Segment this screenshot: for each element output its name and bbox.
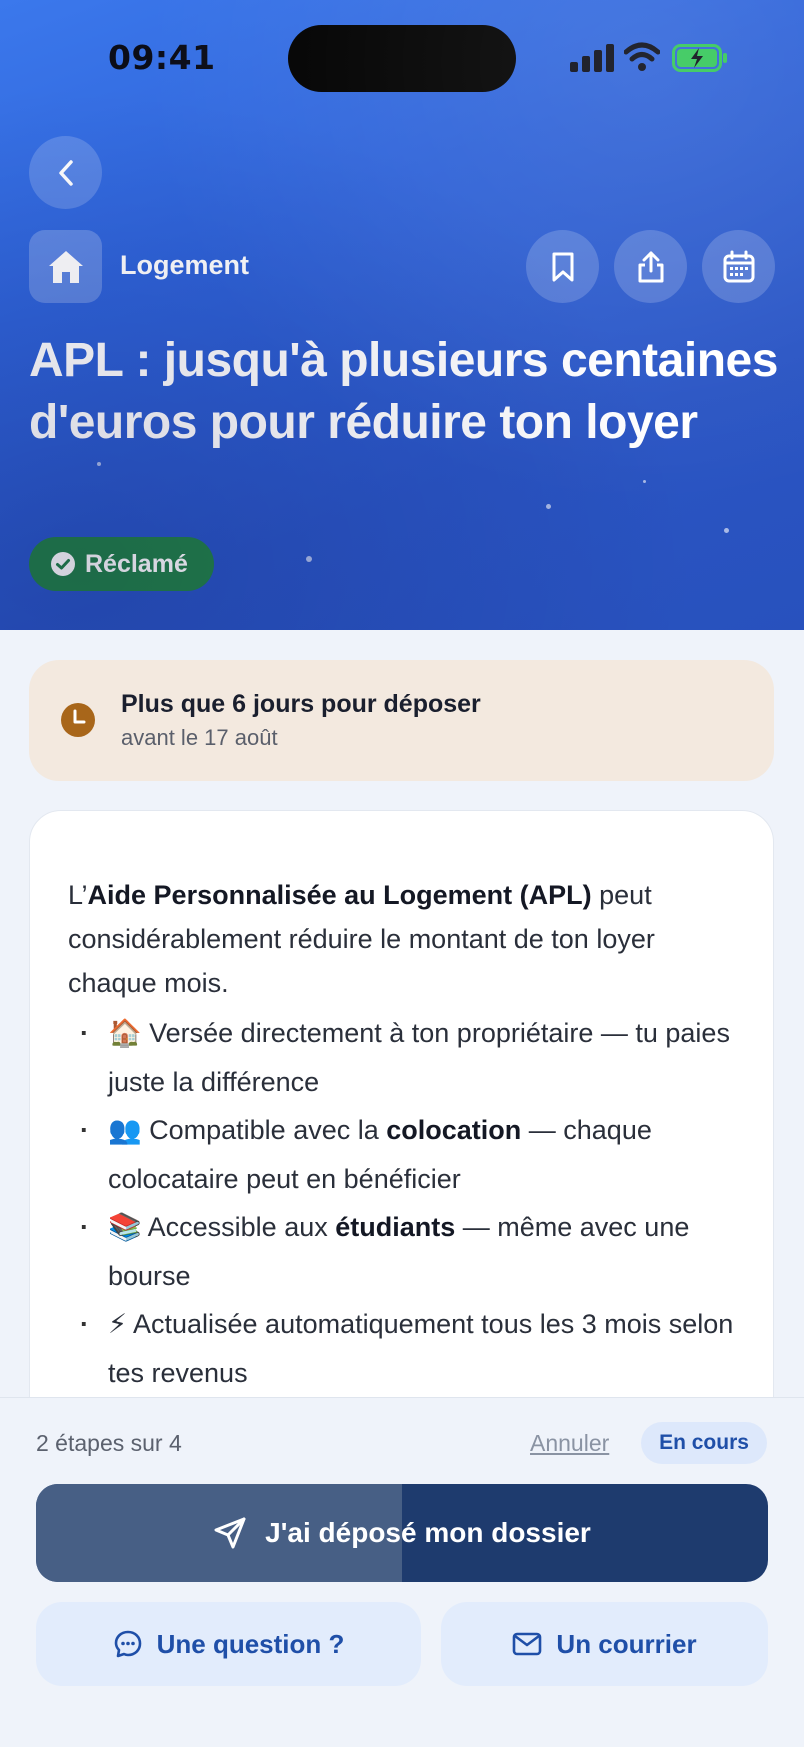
mail-icon (513, 1632, 542, 1656)
status-badge: Réclamé (29, 537, 214, 591)
dossier-submitted-button[interactable]: J'ai déposé mon dossier (36, 1484, 768, 1582)
status-bar: 09:41 (0, 0, 804, 120)
back-button[interactable] (29, 136, 102, 209)
lightning-emoji-icon: ⚡ (108, 1309, 127, 1340)
list-item-text: Accessible aux (141, 1212, 336, 1242)
decorative-dot (97, 462, 101, 466)
action-sheet: 2 étapes sur 4 Annuler En cours J'ai dép… (0, 1397, 804, 1747)
list-item: ⚡ Actualisée automatiquement tous les 3 … (68, 1300, 758, 1397)
page-title: APL : jusqu'à plusieurs centaines d'euro… (29, 334, 778, 449)
progress-status-pill: En cours (641, 1422, 767, 1464)
letter-label: Un courrier (556, 1628, 697, 1659)
bookmark-button[interactable] (526, 230, 599, 303)
list-item: 📚 Accessible aux étudiants — même avec u… (68, 1203, 758, 1300)
people-emoji-icon: 👥 (108, 1115, 142, 1146)
dynamic-island (288, 25, 516, 92)
send-icon (214, 1517, 246, 1549)
house-emoji-icon: 🏠 (108, 1018, 142, 1049)
steps-counter: 2 étapes sur 4 (36, 1430, 182, 1456)
description-card: L’Aide Personnalisée au Logement (APL) p… (29, 810, 774, 1430)
hero-header: 09:41 Logement APL: jusqu'à plusieurs c… (0, 0, 804, 630)
decorative-dot (643, 480, 646, 483)
deadline-title: Plus que 6 jours pour déposer (121, 690, 481, 718)
intro-text: L’Aide Personnalisée au Logement (APL) p… (68, 873, 748, 1005)
bookmark-icon (552, 252, 573, 281)
wifi-icon (624, 42, 660, 71)
calendar-button[interactable] (702, 230, 775, 303)
deadline-subtitle: avant le 17 août (121, 725, 278, 750)
primary-button-content: J'ai déposé mon dossier (213, 1516, 591, 1550)
battery-charging-icon (672, 44, 727, 72)
clock-icon (61, 703, 95, 737)
intro-prefix: L’ (68, 880, 88, 910)
status-badge-label: Réclamé (85, 549, 188, 578)
decorative-dot (546, 504, 551, 509)
calendar-icon (723, 250, 754, 282)
check-circle-icon (51, 552, 75, 576)
list-item-bold: colocation (386, 1115, 522, 1145)
deadline-banner: Plus que 6 jours pour déposer avant le 1… (29, 660, 774, 781)
ask-question-label: Une question ? (156, 1628, 345, 1659)
home-icon (48, 250, 83, 283)
ask-question-button[interactable]: Une question ? (36, 1602, 421, 1686)
list-item-text: Actualisée automatiquement tous les 3 mo… (108, 1309, 734, 1388)
list-item-bold: étudiants (335, 1212, 456, 1242)
benefits-list: 🏠 Versée directement à ton propriétaire … (68, 1009, 758, 1397)
status-time: 09:41 (108, 38, 216, 77)
decorative-dot (724, 528, 729, 533)
books-emoji-icon: 📚 (108, 1212, 142, 1243)
cancel-link[interactable]: Annuler (530, 1430, 609, 1457)
category-label: Logement (120, 250, 250, 280)
list-item-text: Versée directement à ton propriétaire — … (108, 1018, 730, 1097)
letter-button[interactable]: Un courrier (441, 1602, 768, 1686)
chevron-left-icon (58, 159, 73, 186)
chat-bubble-icon (114, 1630, 141, 1658)
cellular-signal-icon (570, 44, 614, 72)
category-icon-tile (29, 230, 102, 303)
primary-button-label: J'ai déposé mon dossier (265, 1517, 591, 1548)
list-item: 🏠 Versée directement à ton propriétaire … (68, 1009, 758, 1106)
list-item: 👥 Compatible avec la colocation — chaque… (68, 1106, 758, 1203)
share-button[interactable] (614, 230, 687, 303)
decorative-dot (306, 556, 312, 562)
share-icon (638, 251, 663, 282)
intro-bold: Aide Personnalisée au Logement (APL) (87, 880, 592, 910)
list-item-text: Compatible avec la (141, 1115, 387, 1145)
